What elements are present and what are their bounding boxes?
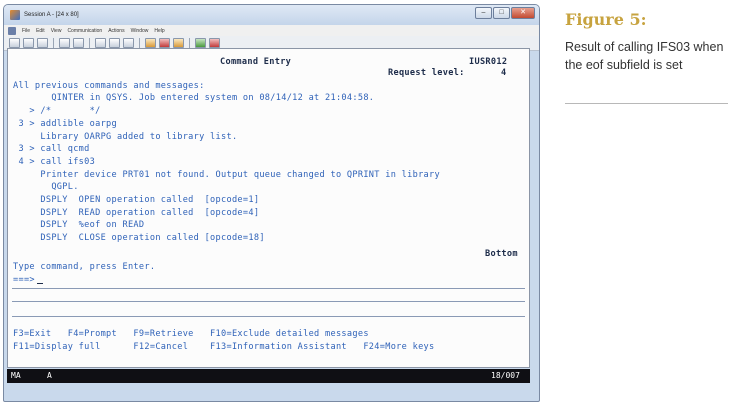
system-name: IUSR012 bbox=[469, 57, 508, 67]
minimize-button[interactable]: – bbox=[475, 7, 492, 19]
menu-view[interactable]: View bbox=[51, 28, 62, 34]
input-divider bbox=[12, 301, 525, 302]
message-line: All previous commands and messages: bbox=[13, 81, 205, 91]
request-level-value: 4 bbox=[501, 68, 507, 78]
function-keys-line-1[interactable]: F3=Exit F4=Prompt F9=Retrieve F10=Exclud… bbox=[13, 329, 369, 339]
print-icon[interactable] bbox=[9, 38, 20, 48]
maximize-button[interactable]: □ bbox=[493, 7, 510, 19]
message-line: DSPLY OPEN operation called [opcode=1] bbox=[13, 195, 260, 205]
function-keys-line-2[interactable]: F11=Display full F12=Cancel F13=Informat… bbox=[13, 342, 435, 352]
receive-icon[interactable] bbox=[73, 38, 84, 48]
menu-help[interactable]: Help bbox=[154, 28, 164, 34]
play-macro-icon[interactable] bbox=[173, 38, 184, 48]
request-level-label: Request level: bbox=[388, 68, 465, 78]
caption-divider bbox=[565, 103, 728, 104]
window-controls: – □ ✕ bbox=[475, 7, 535, 19]
display-icon[interactable] bbox=[95, 38, 106, 48]
menu-file[interactable]: File bbox=[22, 28, 30, 34]
command-line[interactable]: ===> bbox=[13, 275, 43, 285]
text-cursor bbox=[36, 282, 43, 284]
copy-icon[interactable] bbox=[23, 38, 34, 48]
paste-icon[interactable] bbox=[37, 38, 48, 48]
message-line: 3 > call qcmd bbox=[13, 144, 90, 154]
cursor-position: 18/007 bbox=[491, 371, 520, 380]
message-line: DSPLY %eof on READ bbox=[13, 220, 145, 230]
operator-status-bar: MA A 18/007 bbox=[7, 369, 530, 383]
send-icon[interactable] bbox=[59, 38, 70, 48]
menu-actions[interactable]: Actions bbox=[108, 28, 124, 34]
toolbar-divider bbox=[53, 37, 54, 49]
message-line: QGPL. bbox=[13, 182, 79, 192]
status-indicator: MA bbox=[11, 371, 21, 380]
terminal-screen[interactable]: Command Entry IUSR012 Request level: 4 A… bbox=[7, 48, 530, 368]
screen-title: Command Entry bbox=[220, 57, 292, 67]
record-macro-icon[interactable] bbox=[145, 38, 156, 48]
window-title: Session A - [24 x 80] bbox=[24, 12, 79, 18]
menu-window[interactable]: Window bbox=[131, 28, 149, 34]
message-line: DSPLY CLOSE operation called [opcode=18] bbox=[13, 233, 265, 243]
help-icon[interactable] bbox=[209, 38, 220, 48]
menu-communication[interactable]: Communication bbox=[67, 28, 102, 34]
figure-caption: Result of calling IFS03 when the eof sub… bbox=[565, 40, 724, 72]
input-divider bbox=[12, 316, 525, 317]
message-line: 3 > addlible oarpg bbox=[13, 119, 118, 129]
message-line: Library OARPG added to library list. bbox=[13, 132, 238, 142]
customize-icon[interactable] bbox=[195, 38, 206, 48]
message-line: QINTER in QSYS. Job entered system on 08… bbox=[13, 93, 375, 103]
app-icon bbox=[10, 10, 20, 20]
command-prompt: ===> bbox=[13, 275, 35, 285]
close-button[interactable]: ✕ bbox=[511, 7, 535, 19]
prompt-instruction: Type command, press Enter. bbox=[13, 262, 156, 272]
message-line: > /* */ bbox=[13, 106, 101, 116]
toolbar-divider bbox=[139, 37, 140, 49]
stop-macro-icon[interactable] bbox=[159, 38, 170, 48]
keypad-icon[interactable] bbox=[109, 38, 120, 48]
input-divider bbox=[12, 288, 525, 289]
toolbar-divider bbox=[89, 37, 90, 49]
figure-title: Figure 5: bbox=[565, 10, 647, 29]
macro-icon[interactable] bbox=[123, 38, 134, 48]
message-line: 4 > call ifs03 bbox=[13, 157, 96, 167]
title-bar[interactable]: Session A - [24 x 80] – □ ✕ bbox=[4, 5, 539, 25]
menu-edit[interactable]: Edit bbox=[36, 28, 45, 34]
message-line: DSPLY READ operation called [opcode=4] bbox=[13, 208, 260, 218]
bottom-indicator: Bottom bbox=[485, 249, 518, 259]
message-line: Printer device PRT01 not found. Output q… bbox=[13, 170, 440, 180]
menu-bar: File Edit View Communication Actions Win… bbox=[4, 25, 539, 36]
session-indicator: A bbox=[47, 371, 52, 380]
system-menu-icon[interactable] bbox=[8, 26, 16, 35]
toolbar-divider bbox=[189, 37, 190, 49]
